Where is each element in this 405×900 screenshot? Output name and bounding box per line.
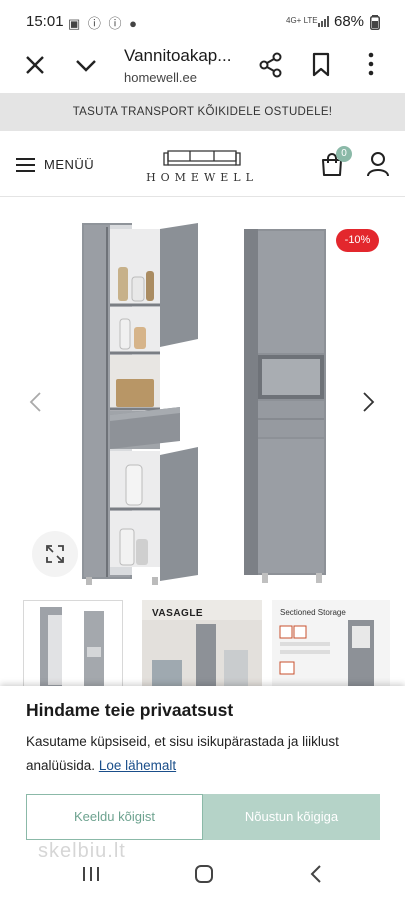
promo-banner: TASUTA TRANSPORT KÕIKIDELE OSTUDELE! [0, 93, 405, 131]
site-header: MENÜÜ HOMEWELL 0 [0, 131, 405, 197]
privacy-title: Hindame teie privaatsust [26, 700, 234, 720]
cart-count-badge: 0 [336, 146, 352, 162]
chevron-left-icon[interactable] [26, 390, 46, 414]
thumbnail-image [40, 607, 104, 687]
recent-apps-icon[interactable] [80, 864, 102, 884]
battery-icon [370, 15, 380, 30]
homewell-logo[interactable]: HOMEWELL [142, 143, 262, 187]
bathroom-scene-image [142, 620, 262, 688]
signal-icon [318, 16, 329, 27]
product-image-open-cabinet [82, 223, 198, 585]
battery-level: 68% [334, 13, 365, 30]
notification-icons: ▣ ⓘ ⓘ ● [68, 16, 139, 31]
zoom-button[interactable] [32, 531, 78, 577]
expand-icon [46, 545, 64, 563]
chevron-right-icon[interactable] [358, 390, 378, 414]
status-time: 15:01 [26, 13, 64, 30]
read-more-link[interactable]: Loe lähemalt [99, 758, 176, 773]
vasagle-brand-label: VASAGLE [152, 608, 204, 619]
thumbnail-1[interactable] [23, 600, 123, 688]
share-icon[interactable] [258, 52, 284, 78]
thumbnail-2[interactable]: VASAGLE [142, 600, 262, 688]
privacy-description: Kasutame küpsiseid, et sisu isikupärasta… [26, 730, 376, 778]
sectioned-storage-label: Sectioned Storage [280, 608, 346, 617]
browser-domain[interactable]: homewell.ee [124, 70, 197, 85]
close-icon[interactable] [22, 52, 48, 78]
cart-button[interactable]: 0 [320, 146, 352, 179]
system-navigation-bar: skelbiu.lt [0, 840, 405, 900]
menu-label: MENÜÜ [44, 157, 95, 172]
back-icon[interactable] [306, 862, 326, 886]
hamburger-icon [16, 158, 35, 172]
decline-all-button[interactable]: Keeldu kõigist [26, 794, 203, 840]
more-options-icon[interactable] [358, 50, 384, 78]
product-image-closed-cabinet [244, 229, 326, 583]
sofa-logo-icon [163, 150, 241, 166]
thumbnail-3[interactable]: Sectioned Storage [272, 600, 390, 688]
network-icon: 4G+ LTE [286, 16, 318, 25]
thumbnail-strip: VASAGLE Sectioned Storage [0, 600, 405, 688]
product-gallery[interactable]: -10% [0, 205, 405, 595]
bookmark-icon[interactable] [310, 52, 332, 78]
discount-badge: -10% [336, 229, 379, 252]
status-bar: 15:01 ▣ ⓘ ⓘ ● 4G+ LTE 68% [0, 0, 405, 44]
chevron-down-icon[interactable] [74, 52, 98, 78]
watermark: skelbiu.lt [38, 840, 126, 862]
user-icon[interactable] [366, 151, 390, 177]
privacy-body-text: Kasutame küpsiseid, et sisu isikupärasta… [26, 734, 339, 773]
browser-toolbar: Vannitoakap... homewell.ee [0, 44, 405, 92]
home-icon[interactable] [194, 864, 214, 884]
logo-text: HOMEWELL [146, 171, 258, 184]
feature-detail-image [279, 620, 374, 688]
browser-page-title[interactable]: Vannitoakap... [124, 46, 231, 66]
accept-all-button[interactable]: Nõustun kõigiga [203, 794, 380, 840]
